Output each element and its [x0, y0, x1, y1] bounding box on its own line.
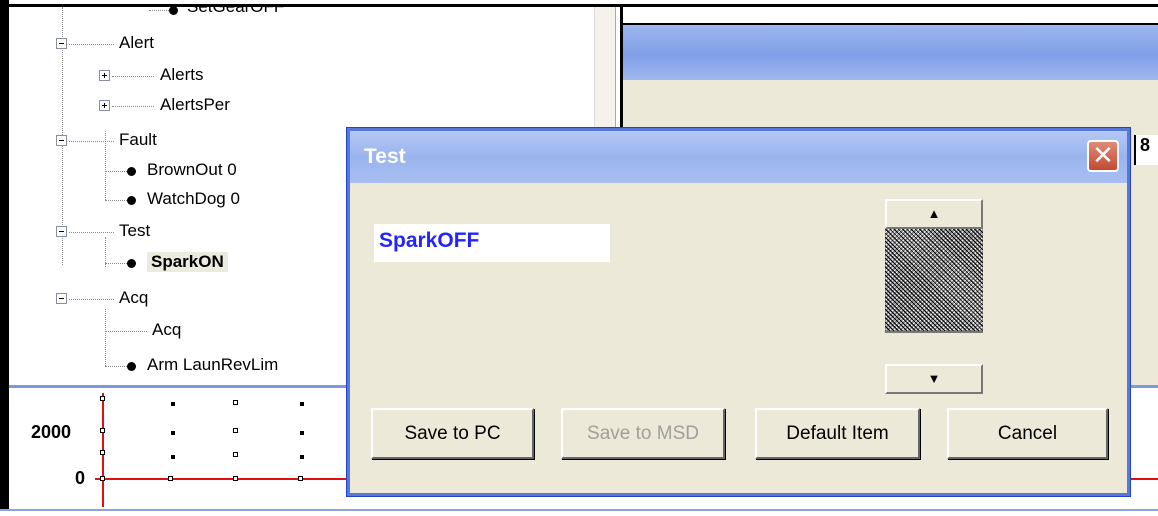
tree-item-alertsper[interactable]: AlertsPer	[160, 95, 230, 115]
leaf-bullet-icon	[127, 259, 136, 268]
collapse-icon[interactable]	[56, 226, 67, 237]
save-to-msd-button: Save to MSD	[561, 408, 725, 459]
window-bottom-border	[0, 509, 1158, 516]
tree-item-setgearoff[interactable]: SetGearOFF	[187, 7, 284, 17]
background-window-titlebar	[623, 25, 1158, 80]
collapse-icon[interactable]	[56, 293, 67, 304]
test-dialog[interactable]: Test ✕ SparkOFF ▲ ▼ Save to PC Save to M…	[347, 128, 1130, 496]
tree-item-arm-launrevlim[interactable]: Arm LaunRevLim	[147, 355, 278, 375]
leaf-bullet-icon	[169, 7, 178, 15]
default-item-button[interactable]: Default Item	[755, 408, 920, 459]
tree-item-fault[interactable]: Fault	[119, 130, 157, 150]
window-top-border	[0, 0, 1158, 7]
tree-item-watchdog[interactable]: WatchDog 0	[147, 189, 240, 209]
leaf-bullet-icon	[127, 362, 136, 371]
background-window-value: 8	[1134, 135, 1158, 165]
y-axis-label-2000: 2000	[31, 422, 72, 442]
close-icon: ✕	[1092, 140, 1114, 170]
tree-item-acq[interactable]: Acq	[119, 288, 148, 308]
tree-item-alert[interactable]: Alert	[119, 33, 154, 53]
dialog-titlebar[interactable]: Test ✕	[350, 131, 1127, 183]
scroll-thumb[interactable]	[885, 229, 983, 333]
scroll-down-button[interactable]: ▼	[885, 364, 983, 394]
y-axis-label-0: 0	[75, 468, 86, 488]
tree-item-sparkon[interactable]: SparkON	[147, 252, 228, 272]
value-display: SparkOFF	[374, 224, 610, 262]
dialog-title: Test	[364, 145, 406, 168]
tree-item-acq-child[interactable]: Acq	[152, 320, 181, 340]
tree-item-brownout[interactable]: BrownOut 0	[147, 160, 237, 180]
collapse-icon[interactable]	[56, 38, 67, 49]
cancel-button[interactable]: Cancel	[947, 408, 1108, 459]
arrow-up-icon: ▲	[927, 206, 941, 221]
tree-connector	[105, 309, 106, 366]
leaf-bullet-icon	[127, 196, 136, 205]
background-window-strip	[623, 7, 1158, 25]
arrow-down-icon: ▼	[927, 371, 941, 386]
tree-item-alerts[interactable]: Alerts	[160, 65, 203, 85]
close-button[interactable]: ✕	[1087, 140, 1119, 172]
save-to-pc-button[interactable]: Save to PC	[371, 408, 534, 459]
scroll-up-button[interactable]: ▲	[885, 199, 983, 229]
window-left-border	[0, 0, 9, 514]
leaf-bullet-icon	[127, 167, 136, 176]
collapse-icon[interactable]	[56, 135, 67, 146]
tree-item-test[interactable]: Test	[119, 221, 150, 241]
expand-icon[interactable]	[99, 100, 110, 111]
expand-icon[interactable]	[99, 70, 110, 81]
